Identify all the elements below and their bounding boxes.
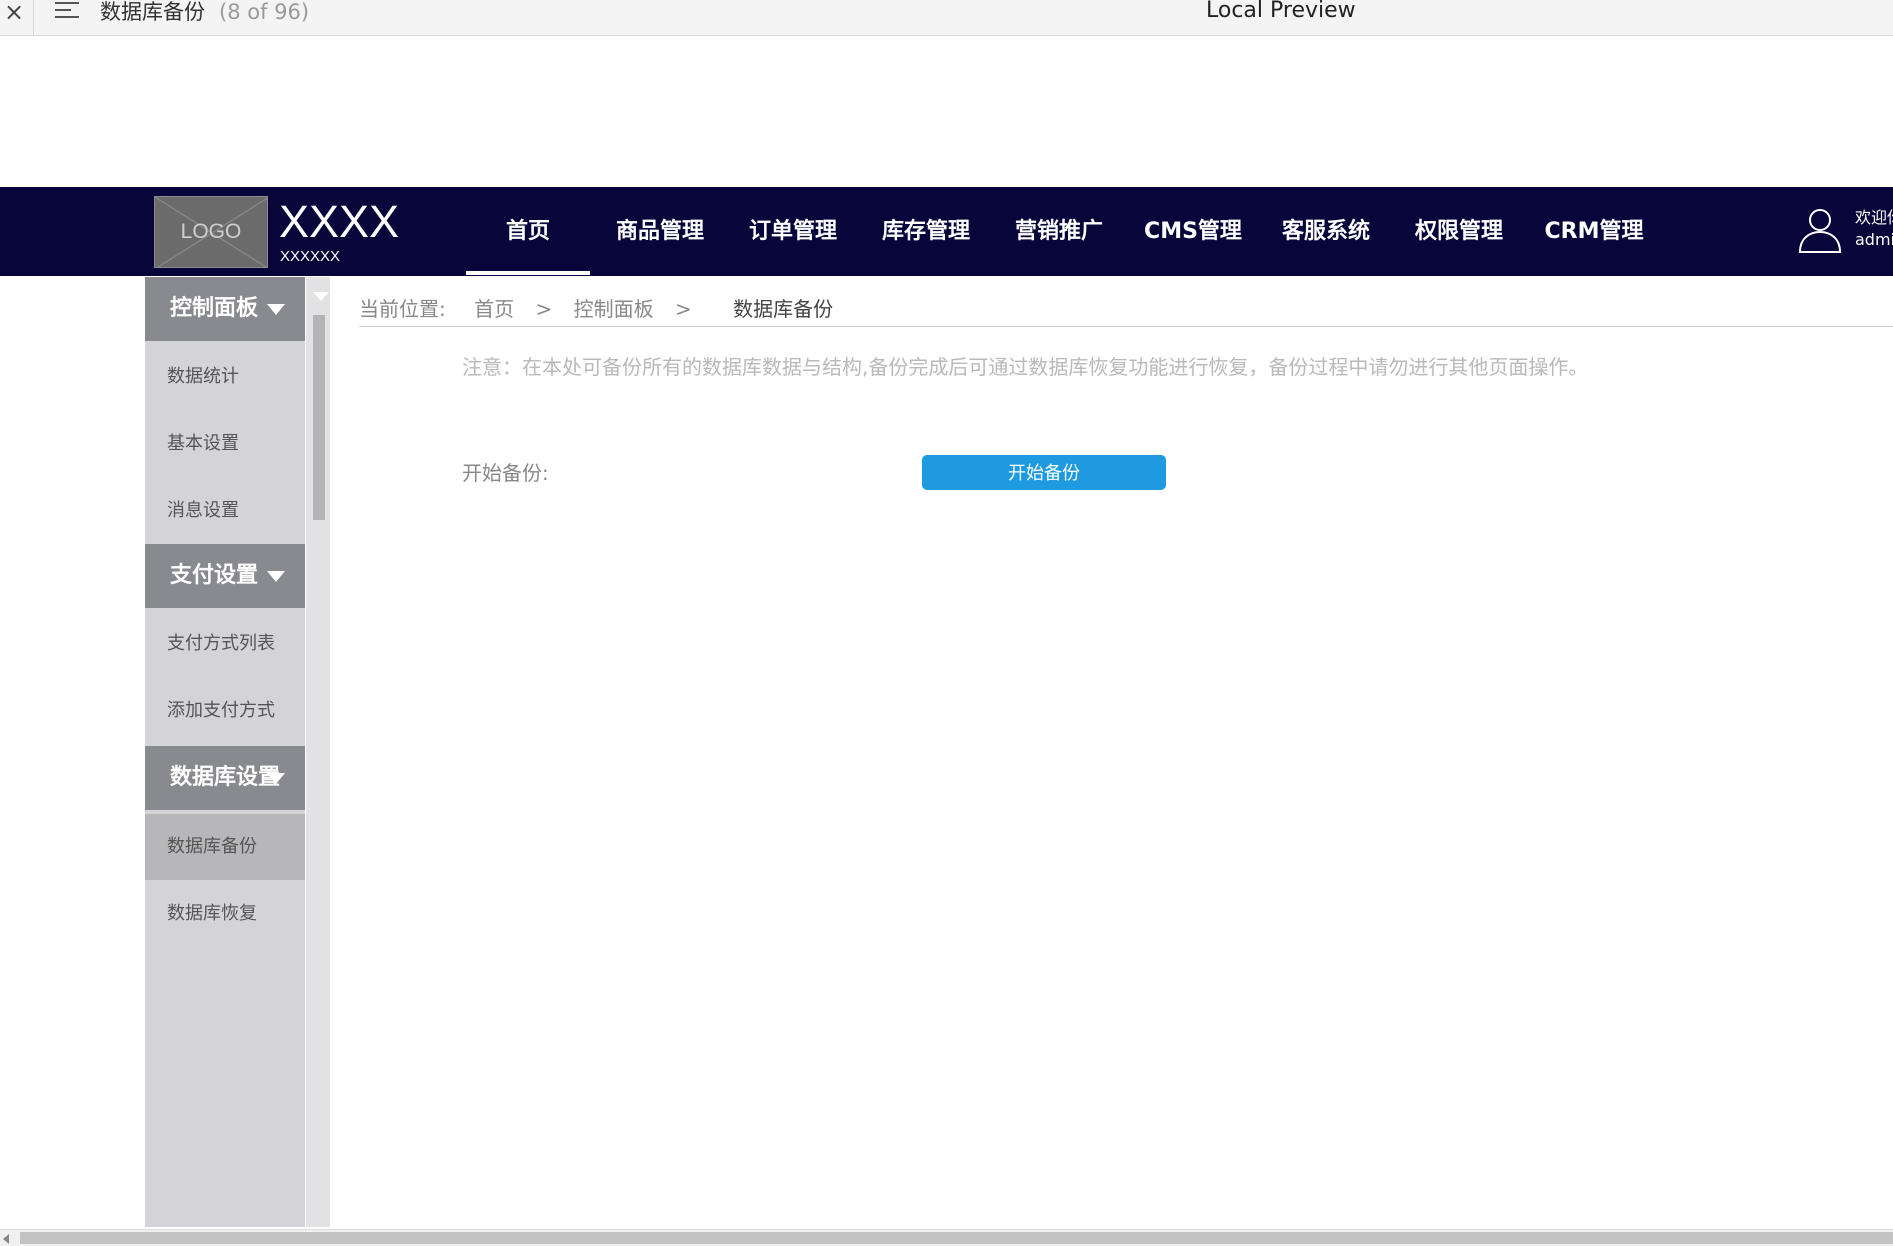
sidebar-item-message-settings[interactable]: 消息设置 (145, 478, 305, 544)
close-icon[interactable]: × (4, 0, 24, 27)
sidebar-group-payment-settings[interactable]: 支付设置 (145, 544, 305, 608)
welcome-greeting: 欢迎你 (1855, 208, 1893, 227)
preview-page-name: 数据库备份 (100, 0, 205, 24)
nav-item-products[interactable]: 商品管理 (610, 187, 710, 276)
caret-down-icon (267, 571, 285, 582)
breadcrumb-link-home[interactable]: 首页 (474, 293, 514, 322)
sidebar-scroll-thumb[interactable] (313, 315, 325, 520)
nav-item-marketing[interactable]: 营销推广 (1009, 187, 1109, 276)
sidebar-item-statistics[interactable]: 数据统计 (145, 344, 305, 410)
nav-item-orders[interactable]: 订单管理 (743, 187, 843, 276)
backup-notice: 注意：在本处可备份所有的数据库数据与结构,备份完成后可通过数据库恢复功能进行恢复… (462, 355, 1589, 379)
nav-item-crm[interactable]: CRM管理 (1542, 187, 1646, 276)
sidebar-group-label: 数据库设置 (170, 765, 281, 790)
scroll-left-arrow-icon[interactable] (3, 1234, 9, 1244)
top-navbar: LOGO XXXX XXXXXX 首页 商品管理 订单管理 库存管理 营销推广 … (0, 187, 1893, 276)
breadcrumb-separator: > (674, 297, 692, 321)
breadcrumb-current: 数据库备份 (733, 297, 834, 321)
scroll-up-arrow-icon[interactable] (313, 292, 329, 301)
logo-text: LOGO (180, 220, 242, 243)
sidebar-item-basic-settings[interactable]: 基本设置 (145, 411, 305, 477)
user-outline-icon[interactable] (1796, 206, 1844, 254)
nav-item-cms[interactable]: CMS管理 (1143, 187, 1243, 276)
nav-item-inventory[interactable]: 库存管理 (876, 187, 976, 276)
sidebar-item-database-restore[interactable]: 数据库恢复 (145, 881, 305, 947)
horizontal-scroll-thumb[interactable] (20, 1232, 1893, 1244)
sidebar-group-label: 控制面板 (170, 296, 259, 321)
caret-down-icon (267, 773, 285, 784)
breadcrumb-divider (359, 326, 1893, 327)
backup-field-label: 开始备份: (462, 461, 549, 485)
preview-page-count: (8 of 96) (219, 0, 310, 24)
sidebar-group-label: 支付设置 (170, 563, 259, 588)
caret-down-icon (267, 304, 285, 315)
horizontal-scrollbar[interactable] (0, 1229, 1893, 1246)
sidebar-item-payment-list[interactable]: 支付方式列表 (145, 611, 305, 677)
start-backup-button[interactable]: 开始备份 (922, 455, 1166, 490)
sidebar-group-control-panel[interactable]: 控制面板 (145, 277, 305, 341)
breadcrumb: 当前位置: 首页 > 控制面板 > 数据库备份 (359, 293, 833, 322)
menu-icon[interactable] (55, 2, 79, 22)
preview-window-title: Local Preview (1206, 0, 1356, 23)
brand-subtitle: XXXXXX (280, 248, 341, 265)
breadcrumb-link-control-panel[interactable]: 控制面板 (574, 293, 654, 322)
brand-name: XXXX (279, 196, 400, 247)
preview-toolbar: × 数据库备份 (8 of 96) Local Preview (0, 0, 1893, 36)
sidebar: 控制面板 数据统计 基本设置 消息设置 支付设置 支付方式列表 添加支付方式 数… (145, 277, 305, 1227)
sidebar-item-add-payment[interactable]: 添加支付方式 (145, 678, 305, 744)
welcome-username[interactable]: admin (1855, 229, 1893, 251)
toolbar-divider (33, 0, 34, 36)
nav-item-permissions[interactable]: 权限管理 (1409, 187, 1509, 276)
preview-page-title: 数据库备份 (8 of 96) (100, 0, 309, 26)
sidebar-item-database-backup[interactable]: 数据库备份 (145, 814, 305, 880)
nav-item-home[interactable]: 首页 (466, 187, 590, 276)
logo-placeholder[interactable]: LOGO (154, 196, 268, 268)
breadcrumb-separator: > (535, 297, 553, 321)
welcome-text: 欢迎你 admin (1855, 207, 1893, 251)
breadcrumb-prefix: 当前位置: (359, 297, 446, 321)
sidebar-group-database-settings[interactable]: 数据库设置 (145, 746, 305, 810)
nav-item-customer-service[interactable]: 客服系统 (1276, 187, 1376, 276)
